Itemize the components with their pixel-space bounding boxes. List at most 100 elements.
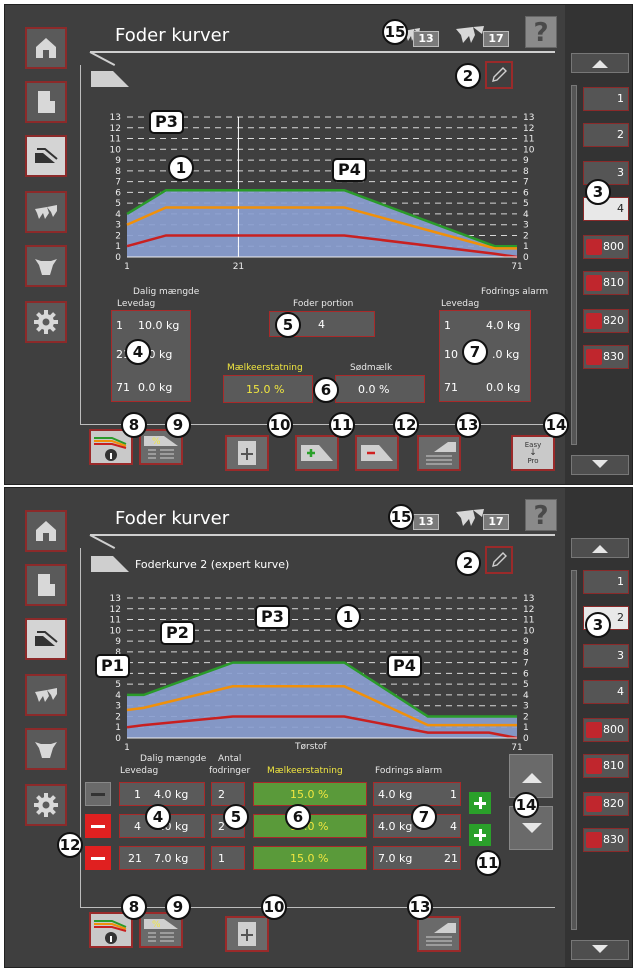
row-2-delete-button[interactable] (85, 814, 111, 838)
curve-item-800[interactable]: 800 (583, 718, 629, 742)
remove-point-button[interactable] (355, 435, 399, 471)
scroll-up-button[interactable] (571, 538, 629, 558)
x-tick-label: 1 (124, 262, 130, 272)
alarm-amount-2: .0 kg (492, 348, 520, 361)
row-3-alarm-field[interactable]: 7.0 kg 21 (373, 846, 461, 870)
nav-feed-curves-button[interactable] (25, 135, 67, 177)
add-curve-button[interactable] (225, 916, 269, 952)
callout-1: 1 (335, 604, 361, 630)
feed-curves-icon (35, 631, 58, 646)
row-1-milk-field[interactable]: 15.0 % (253, 782, 367, 806)
row-3-daily-field[interactable]: 21 7.0 kg (119, 846, 205, 870)
nav-cow-button[interactable] (25, 728, 67, 770)
milk-replacer-value: 15.0 % (246, 383, 285, 396)
row-3-feedings-field[interactable]: 1 (211, 846, 245, 870)
curve-item-810[interactable]: 810 (583, 754, 629, 778)
nav-home-button[interactable] (25, 27, 67, 69)
edit-curve-button[interactable] (485, 546, 513, 574)
add-curve-button[interactable] (225, 435, 269, 471)
y-tick-label-right: 13 (523, 594, 534, 604)
curve-item-1[interactable]: 1 (583, 570, 629, 594)
daily-amount-label: Dalig mængde (140, 754, 207, 764)
row-3-delete-button[interactable] (85, 846, 111, 870)
feed-curve-chart[interactable]: 001122334455667788991010111112121313171 (105, 586, 545, 756)
curve-item-820[interactable]: 820 (583, 792, 629, 816)
daily-amount-table[interactable]: 1 10.0 kg 21 0.0 kg 71 0.0 kg (111, 310, 191, 402)
y-tick-label-left: 0 (115, 253, 121, 263)
nav-settings-button[interactable] (25, 301, 67, 343)
calves-icon (35, 205, 57, 219)
callout-12: 12 (57, 832, 83, 858)
y-tick-label-left: 4 (115, 210, 121, 220)
scrollbar[interactable] (571, 85, 577, 445)
curve-item-830[interactable]: 830 (583, 828, 629, 852)
y-tick-label-right: 2 (523, 712, 529, 722)
callout-3: 3 (585, 612, 611, 638)
insert-row-button-2[interactable] (469, 824, 491, 846)
curve-item-800[interactable]: 800 (583, 235, 629, 259)
curve-item-2[interactable]: 2 (583, 123, 629, 147)
scroll-up-button[interactable] (571, 53, 629, 73)
insert-row-button-1[interactable] (469, 792, 491, 814)
count-label: Antal (218, 754, 242, 764)
pencil-icon (492, 552, 507, 567)
daily-amount-1: 10.0 kg (138, 319, 180, 332)
scroll-down-button[interactable] (571, 940, 629, 960)
row-1-action-button[interactable] (85, 782, 111, 806)
row-1-feedings-field[interactable]: 2 (211, 782, 245, 806)
milk-replacer-field[interactable]: 15.0 % (223, 375, 313, 403)
nav-feeder-button[interactable] (25, 81, 67, 123)
cow-group-icon (586, 722, 602, 738)
curve-type-icon (91, 71, 129, 87)
curve-item-810[interactable]: 810 (583, 271, 629, 295)
y-tick-label-left: 5 (115, 680, 121, 690)
nav-settings-button[interactable] (25, 784, 67, 826)
daily-amount-3: 0.0 kg (138, 381, 173, 394)
row-1-day: 1 (134, 788, 141, 801)
row-1-daily-field[interactable]: 1 4.0 kg (119, 782, 205, 806)
curve-item-1[interactable]: 1 (583, 87, 629, 111)
add-point-button[interactable] (295, 435, 339, 471)
nav-feeder-button[interactable] (25, 564, 67, 606)
minus-icon (91, 825, 105, 828)
y-tick-label-left: 11 (110, 616, 121, 626)
cow-large-icon (456, 26, 484, 43)
feeder-icon (38, 574, 55, 596)
curve-list-button[interactable] (417, 435, 461, 471)
chevron-down-icon (592, 460, 608, 468)
help-button[interactable]: ? (525, 499, 557, 531)
y-tick-label-right: 5 (523, 680, 529, 690)
row-1-alarm-field[interactable]: 4.0 kg 1 (373, 782, 461, 806)
scrollbar[interactable] (571, 570, 577, 930)
row-3-milk-field[interactable]: 15.0 % (253, 846, 367, 870)
row-1-alarm-day: 1 (450, 788, 457, 801)
y-tick-label-left: 3 (115, 702, 121, 712)
edit-curve-button[interactable] (485, 61, 513, 89)
callout-4: 4 (125, 339, 151, 365)
curve-item-820[interactable]: 820 (583, 309, 629, 333)
y-tick-label-left: 9 (115, 637, 121, 647)
y-tick-label-left: 2 (115, 231, 121, 241)
curve-list-button[interactable] (417, 916, 461, 952)
cow-group-icon (586, 758, 602, 774)
curve-item-3[interactable]: 3 (583, 644, 629, 668)
curve-item-830[interactable]: 830 (583, 345, 629, 369)
easy-pro-toggle-button[interactable]: Easy ↓ Pro (511, 435, 555, 471)
nav-feed-curves-button[interactable] (25, 618, 67, 660)
y-tick-label-left: 10 (110, 145, 122, 155)
row-move-up-button[interactable] (509, 754, 553, 798)
nav-home-button[interactable] (25, 510, 67, 552)
phase-badge-p1: P1 (95, 654, 130, 678)
help-button[interactable]: ? (525, 16, 557, 48)
callout-5: 5 (275, 312, 301, 338)
nav-calves-button[interactable] (25, 674, 67, 716)
whole-milk-value: 0.0 % (358, 383, 390, 396)
curve-list-panel: 1 2 3 4 800 810 820 830 3 (565, 5, 632, 484)
whole-milk-field[interactable]: 0.0 % (335, 375, 425, 403)
home-icon (36, 38, 56, 58)
row-3-amount: 7.0 kg (154, 852, 189, 865)
scroll-down-button[interactable] (571, 455, 629, 475)
curve-item-4[interactable]: 4 (583, 680, 629, 704)
nav-cow-button[interactable] (25, 245, 67, 287)
nav-calves-button[interactable] (25, 191, 67, 233)
